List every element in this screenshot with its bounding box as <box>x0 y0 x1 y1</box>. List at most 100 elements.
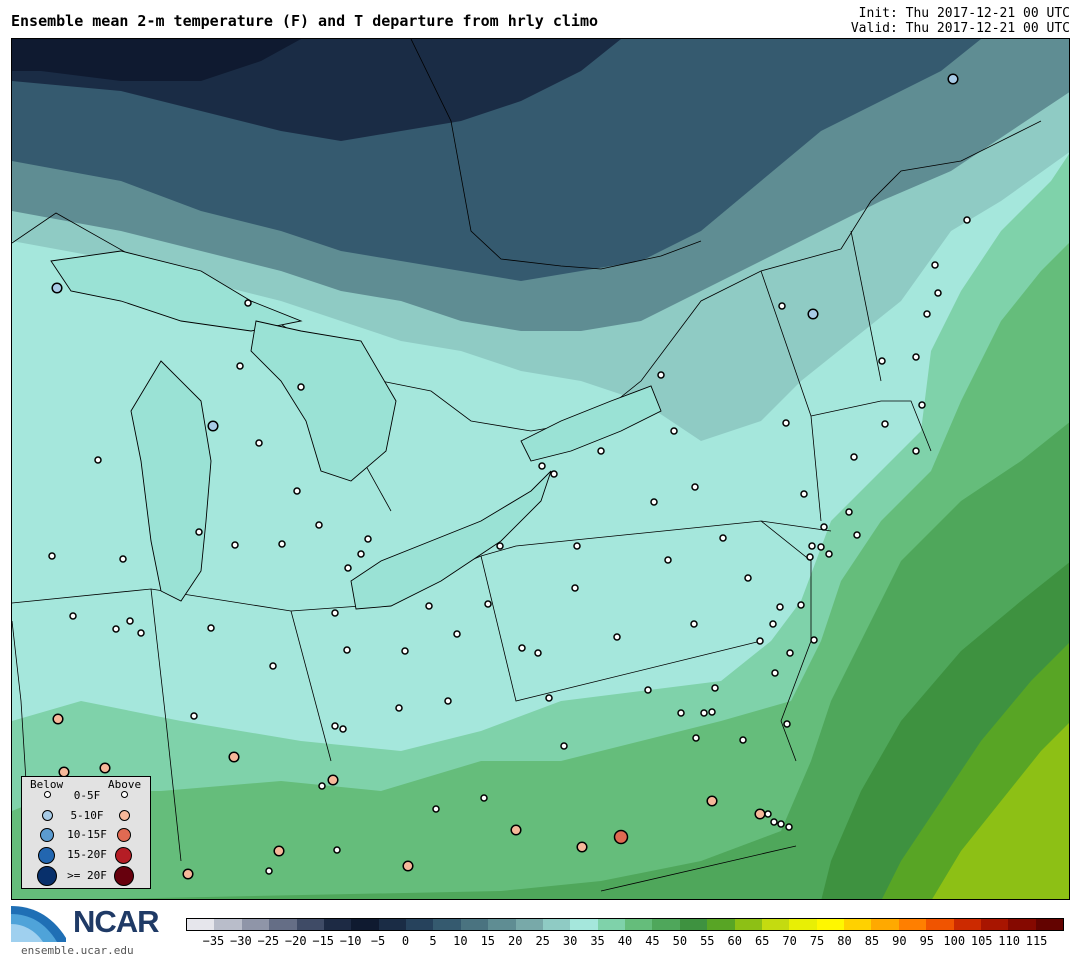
station-marker-0-5f <box>931 261 939 269</box>
colorbar-swatch <box>761 919 790 930</box>
legend-above-dot <box>117 828 131 842</box>
station-marker-0-5f <box>496 542 504 550</box>
colorbar-tick-label: 55 <box>700 934 715 948</box>
colorbar-swatch <box>871 919 899 930</box>
colorbar-swatch <box>652 919 680 930</box>
station-marker-0-5f <box>783 720 791 728</box>
station-marker-0-5f <box>395 704 403 712</box>
station-marker-0-5f <box>538 462 546 470</box>
station-marker-above-5-10f <box>182 868 194 880</box>
departure-legend: Below Above 0-5F 5-10F 10-15F 15-20F >= … <box>21 776 151 889</box>
station-marker-above-5-10f <box>327 774 339 786</box>
colorbar-swatch <box>323 919 352 930</box>
ncar-wordmark: NCAR <box>73 904 160 939</box>
colorbar-swatch <box>926 919 954 930</box>
station-marker-0-5f <box>677 709 685 717</box>
station-marker-0-5f <box>545 694 553 702</box>
colorbar-tick-label: −15 <box>312 934 335 948</box>
station-marker-0-5f <box>825 550 833 558</box>
legend-above-dot <box>121 791 128 798</box>
colorbar-swatch <box>789 919 817 930</box>
colorbar-swatch <box>241 919 270 930</box>
station-marker-0-5f <box>786 649 794 657</box>
colorbar-tick-label: 85 <box>864 934 880 948</box>
station-marker-0-5f <box>571 584 579 592</box>
station-marker-0-5f <box>364 535 372 543</box>
station-marker-0-5f <box>236 362 244 370</box>
legend-below-dot <box>37 866 57 886</box>
colorbar-tick-label: 75 <box>809 934 825 948</box>
station-marker-above-5-10f <box>754 808 766 820</box>
station-marker-0-5f <box>664 556 672 564</box>
station-marker-0-5f <box>776 603 784 611</box>
station-marker-0-5f <box>269 662 277 670</box>
station-marker-0-5f <box>769 620 777 628</box>
station-marker-0-5f <box>810 636 818 644</box>
station-marker-0-5f <box>881 420 889 428</box>
station-marker-0-5f <box>331 722 339 730</box>
station-marker-above-5-10f <box>706 795 718 807</box>
station-marker-0-5f <box>550 470 558 478</box>
station-marker-above-5-10f <box>273 845 285 857</box>
legend-below-dot <box>40 828 54 842</box>
station-marker-0-5f <box>293 487 301 495</box>
colorbar-tick-label: 15 <box>480 934 496 948</box>
legend-row-label: 5-10F <box>70 809 104 822</box>
site-url[interactable]: ensemble.ucar.edu <box>21 944 134 957</box>
station-marker-0-5f <box>48 552 56 560</box>
colorbar-swatch <box>269 919 297 930</box>
station-marker-0-5f <box>343 646 351 654</box>
colorbar-tick-label: 10 <box>453 934 468 948</box>
station-marker-below-5-10f <box>51 282 63 294</box>
colorbar-swatch <box>707 919 735 930</box>
station-marker-0-5f <box>119 555 127 563</box>
station-marker-0-5f <box>708 708 716 716</box>
station-marker-0-5f <box>255 439 263 447</box>
station-marker-0-5f <box>923 310 931 318</box>
colorbar-tick-label: −20 <box>284 934 307 948</box>
legend-row-label: 15-20F <box>67 848 107 861</box>
init-time: Init: Thu 2017-12-21 00 UTC <box>858 6 1070 21</box>
station-marker-below-5-10f <box>947 73 959 85</box>
station-marker-0-5f <box>785 823 793 831</box>
station-marker-0-5f <box>806 553 814 561</box>
station-marker-0-5f <box>744 574 752 582</box>
station-marker-above-5-10f <box>99 762 111 774</box>
colorbar-tick-label: 70 <box>782 934 797 948</box>
station-marker-0-5f <box>691 483 699 491</box>
station-marker-0-5f <box>278 540 286 548</box>
colorbar-tick-label: 115 <box>1025 934 1048 948</box>
station-marker-0-5f <box>912 353 920 361</box>
station-marker-0-5f <box>518 644 526 652</box>
colorbar-swatch <box>1035 919 1063 930</box>
station-marker-0-5f <box>560 742 568 750</box>
colorbar-tick-label: 50 <box>672 934 688 948</box>
station-marker-0-5f <box>657 371 665 379</box>
colorbar-tick-label: 100 <box>943 934 966 948</box>
legend-above-dot <box>115 847 132 864</box>
colorbar-swatch <box>214 919 242 930</box>
station-marker-0-5f <box>534 649 542 657</box>
valid-time: Valid: Thu 2017-12-21 00 UTC <box>850 21 1070 36</box>
station-marker-0-5f <box>690 620 698 628</box>
station-marker-0-5f <box>756 637 764 645</box>
station-marker-0-5f <box>782 419 790 427</box>
station-marker-0-5f <box>244 299 252 307</box>
colorbar-swatch <box>625 919 653 930</box>
station-marker-below-5-10f <box>207 420 219 432</box>
station-marker-0-5f <box>771 669 779 677</box>
colorbar-ticks: −35 −30 −25 −20 −15 −10 −5 0 5 10 15 20 25 30 35 40 45 50… <box>186 934 1064 950</box>
station-marker-0-5f <box>318 782 326 790</box>
station-marker-0-5f <box>453 630 461 638</box>
station-marker-0-5f <box>963 216 971 224</box>
colorbar-tick-label: −30 <box>230 934 252 948</box>
station-marker-0-5f <box>770 818 778 826</box>
map-title: Ensemble mean 2-m temperature (F) and T … <box>11 12 598 30</box>
legend-above-dot <box>119 810 130 821</box>
station-marker-0-5f <box>692 734 700 742</box>
colorbar-tick-label: 90 <box>892 934 907 948</box>
station-marker-above-5-10f <box>510 824 522 836</box>
colorbar-swatch <box>378 919 406 930</box>
temperature-map[interactable] <box>11 38 1070 900</box>
station-marker-0-5f <box>333 846 341 854</box>
